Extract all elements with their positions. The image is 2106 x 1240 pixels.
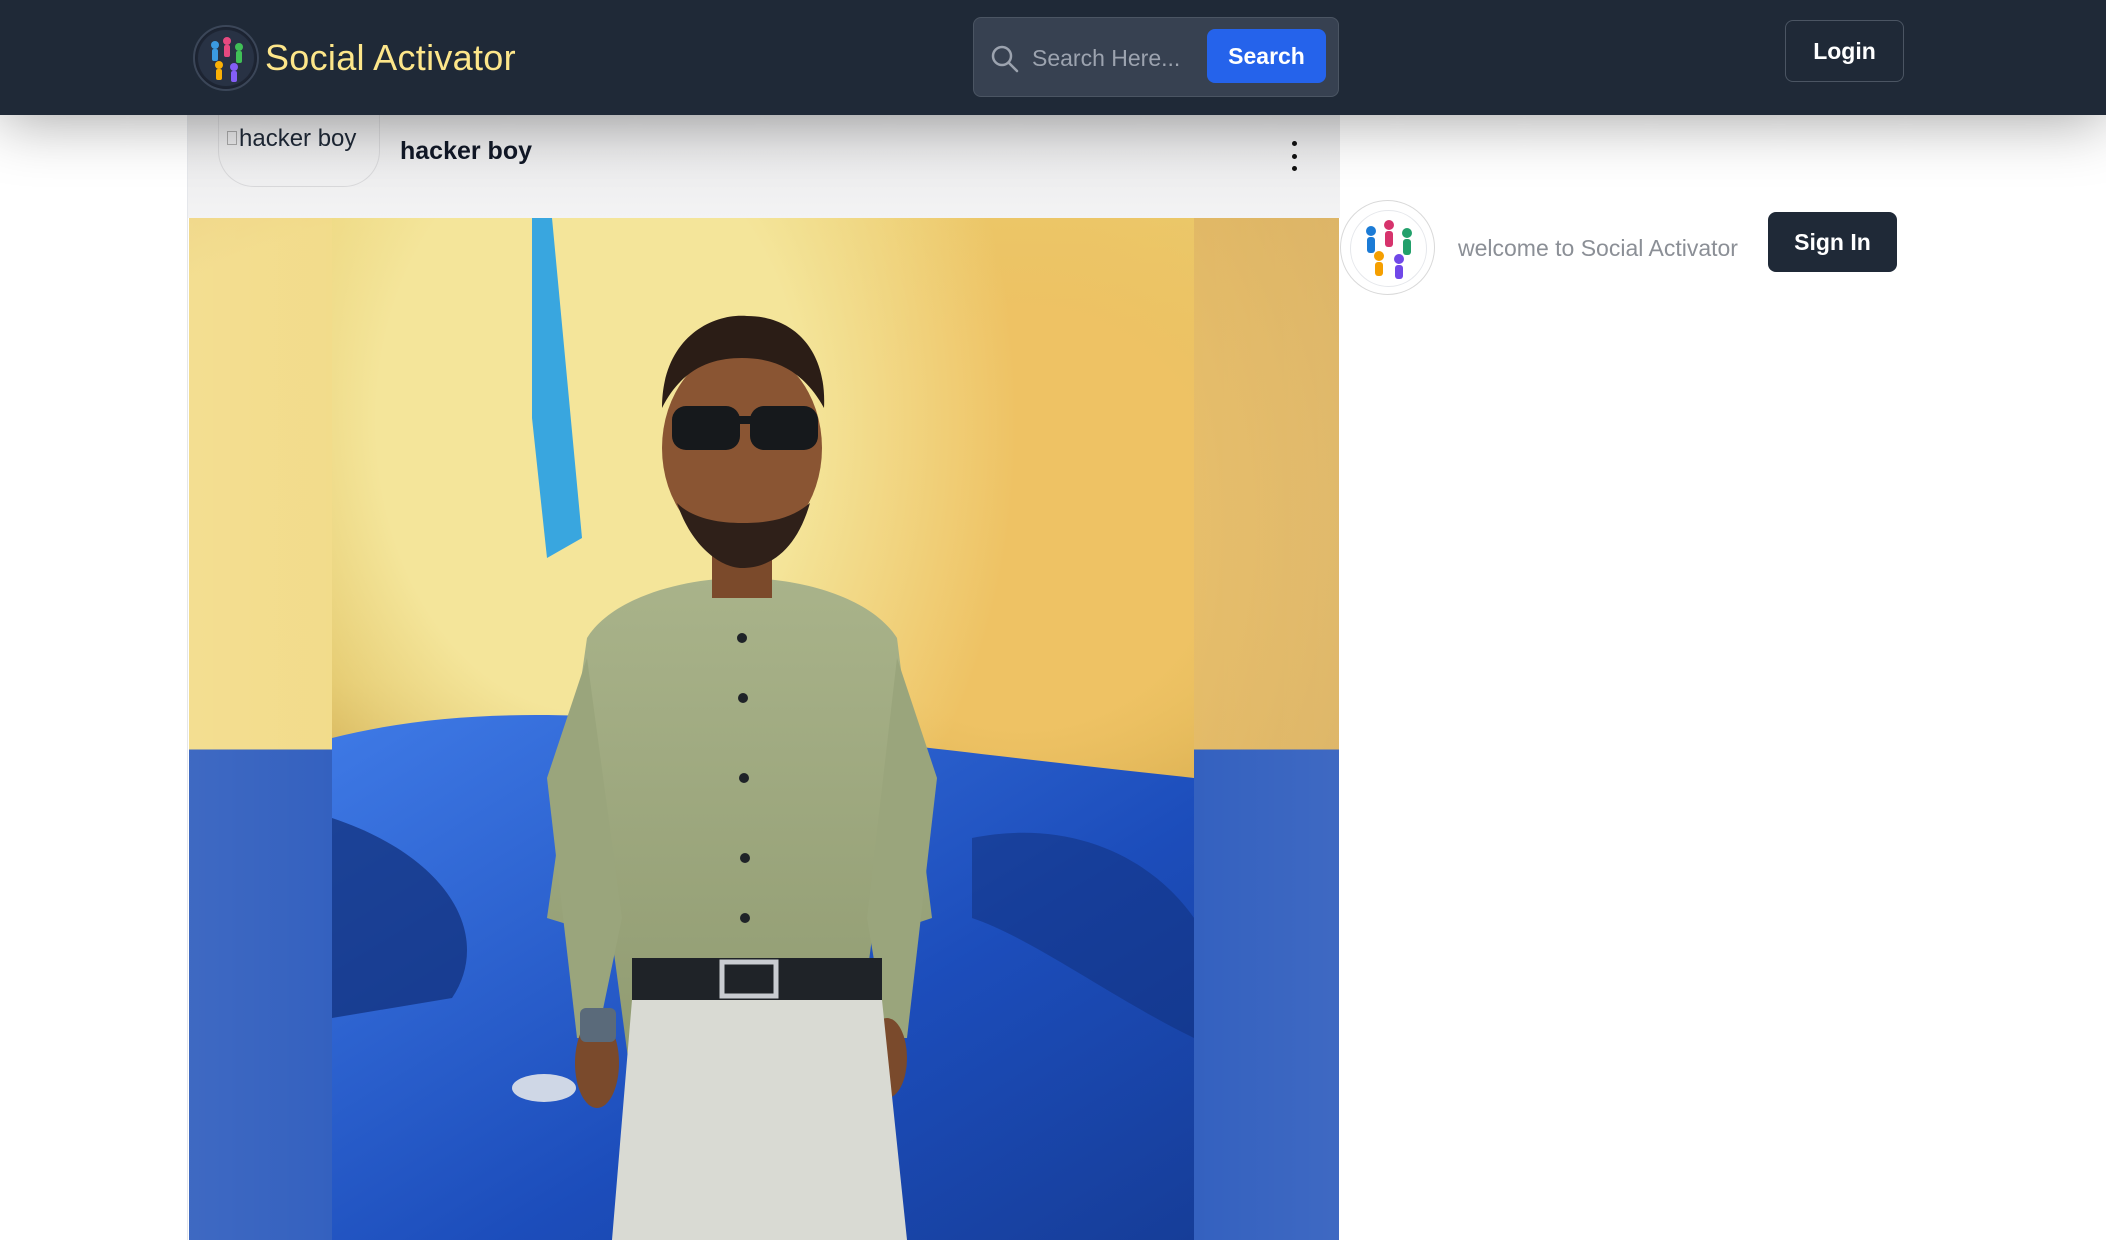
avatar-alt-text: hacker boy bbox=[239, 125, 357, 152]
author-avatar[interactable]: hacker boy bbox=[218, 115, 380, 187]
more-vertical-icon[interactable] bbox=[1284, 141, 1304, 171]
brand-title: Social Activator bbox=[265, 37, 516, 78]
search-input[interactable] bbox=[1032, 36, 1202, 80]
post-image-main bbox=[332, 218, 1194, 1240]
login-button[interactable]: Login bbox=[1785, 20, 1904, 82]
globe-people-icon bbox=[193, 25, 259, 91]
page: hacker boy hacker boy welcome to Social … bbox=[0, 0, 2106, 1240]
search-button[interactable]: Search bbox=[1207, 29, 1326, 83]
author-name[interactable]: hacker boy bbox=[400, 137, 532, 166]
post-header: hacker boy hacker boy bbox=[188, 115, 1340, 218]
sign-in-button[interactable]: Sign In bbox=[1768, 212, 1897, 272]
search-bar: Search bbox=[973, 17, 1339, 97]
person-photo-illustration bbox=[332, 218, 1194, 1240]
post-image[interactable] bbox=[189, 218, 1339, 1240]
globe-people-icon bbox=[1340, 200, 1435, 295]
search-icon bbox=[991, 45, 1019, 73]
brand-link[interactable]: Social Activator bbox=[193, 24, 516, 92]
top-navbar: Social Activator Search Login bbox=[0, 0, 2106, 115]
welcome-text: welcome to Social Activator bbox=[1458, 235, 1738, 261]
post-card: hacker boy hacker boy bbox=[187, 115, 1340, 1240]
welcome-panel: welcome to Social Activator Sign In bbox=[1340, 200, 1900, 295]
broken-image-icon bbox=[227, 131, 237, 145]
